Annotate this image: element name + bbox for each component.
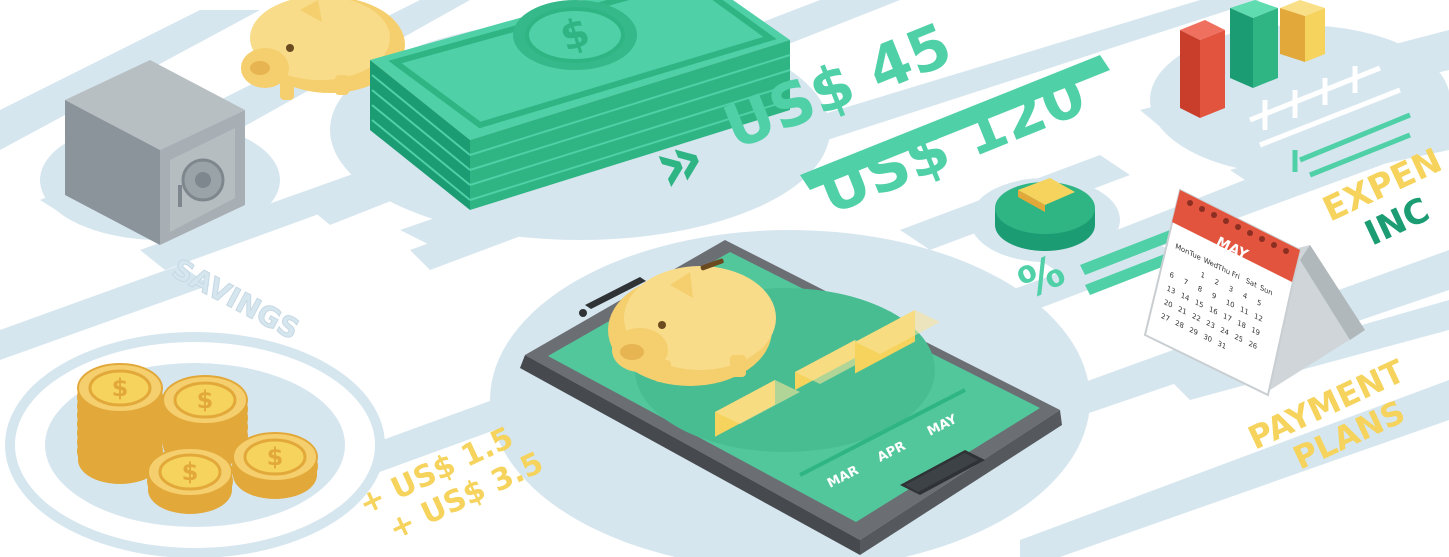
- dollar-icon: $: [182, 458, 199, 486]
- dollar-icon: $: [197, 386, 214, 414]
- dollar-icon: $: [112, 374, 129, 402]
- finance-illustration: $ » US$ 45 US$ 120 EXPEN INC % MAY MonTu…: [0, 0, 1449, 557]
- dollar-icon: $: [267, 443, 284, 471]
